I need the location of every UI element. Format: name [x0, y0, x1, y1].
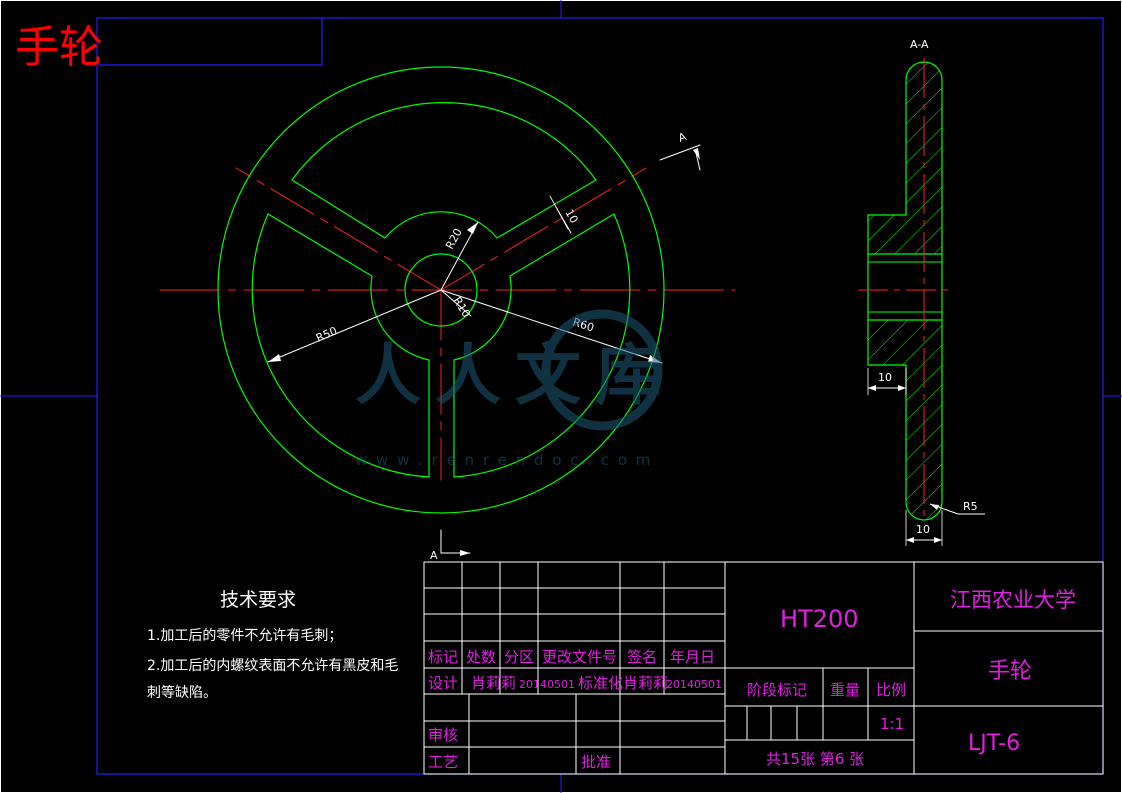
window-top [291, 102, 597, 239]
header-signature: 签名 [627, 648, 657, 666]
weight-label: 重量 [830, 681, 860, 699]
school-name: 江西农业大学 [950, 588, 1076, 612]
header-zone: 分区 [504, 648, 534, 666]
notes-title: 技术要求 [220, 589, 296, 611]
title-block-text: HT200 江西农业大学 手轮 LJT-6 标记 处数 分区 更改文件号 签名 … [428, 588, 1076, 771]
arrow-rim-left [906, 537, 914, 543]
design-label: 设计 [428, 674, 458, 692]
note-line-1: 1.加工后的零件不允许有毛刺； [147, 628, 342, 644]
title-tab [97, 18, 323, 66]
approve-label: 批准 [581, 753, 611, 771]
arrow-r20 [467, 222, 478, 234]
label-r10: R10 [450, 295, 472, 320]
designer: 肖莉莉 [471, 674, 516, 692]
standardize-date: 20140501 [666, 678, 722, 691]
cut-label-bottom: A [430, 549, 438, 562]
arrow-hub-left [868, 385, 876, 391]
label-r20: R20 [443, 226, 465, 251]
front-view: R20 R10 R50 R60 10 A A [159, 66, 736, 562]
cut-mark-bottom-arrow [460, 550, 470, 556]
label-fillet: R5 [963, 500, 978, 513]
stage-label: 阶段标记 [747, 681, 807, 699]
cut-label-top: A [677, 130, 689, 145]
process-label: 工艺 [428, 753, 458, 771]
header-date: 年月日 [670, 648, 715, 666]
drawing-number: LJT-6 [968, 731, 1020, 756]
label-rim-width: 10 [916, 523, 930, 536]
header-mark: 标记 [428, 648, 458, 666]
header-change-doc: 更改文件号 [542, 648, 617, 666]
material: HT200 [780, 605, 859, 633]
watermark-text: 人人文库 [355, 337, 675, 414]
section-view: A-A 10 10 R5 [858, 38, 985, 546]
sheet-count: 共15张 第6 张 [766, 750, 864, 768]
drawing-title: 手轮 [15, 22, 103, 73]
watermark: 人人文库 w w w . r e n r e n d o c . c o m [355, 309, 675, 469]
design-date: 20140501 [519, 678, 575, 691]
label-r50: R50 [314, 324, 339, 344]
label-hub-step: 10 [878, 371, 892, 384]
note-line-2: 2.加工后的内螺纹表面不允许有黑皮和毛 [147, 658, 398, 674]
drawing-canvas: 手轮 R20 R10 R50 R60 10 A A A-A 10 10 R5 人… [0, 0, 1122, 793]
header-count: 处数 [466, 648, 496, 666]
bore-gap [868, 254, 942, 320]
technical-notes: 技术要求 1.加工后的零件不允许有毛刺； 2.加工后的内螺纹表面不允许有黑皮和毛… [147, 589, 398, 701]
watermark-url: w w w . r e n r e n d o c . c o m [355, 451, 652, 469]
part-name: 手轮 [988, 659, 1032, 684]
standardize-label: 标准化 [578, 674, 623, 692]
section-label: A-A [910, 38, 929, 51]
note-line-3: 刺等缺陷。 [147, 684, 217, 701]
cut-mark-top-line [659, 144, 701, 161]
arrow-r50 [268, 354, 281, 362]
arrow-hub-right [898, 385, 906, 391]
scale-label: 比例 [876, 681, 906, 699]
standardizer: 肖莉莉 [623, 674, 668, 692]
scale-value: 1:1 [880, 715, 904, 733]
arrow-rim-right [934, 537, 942, 543]
review-label: 审核 [428, 726, 458, 744]
